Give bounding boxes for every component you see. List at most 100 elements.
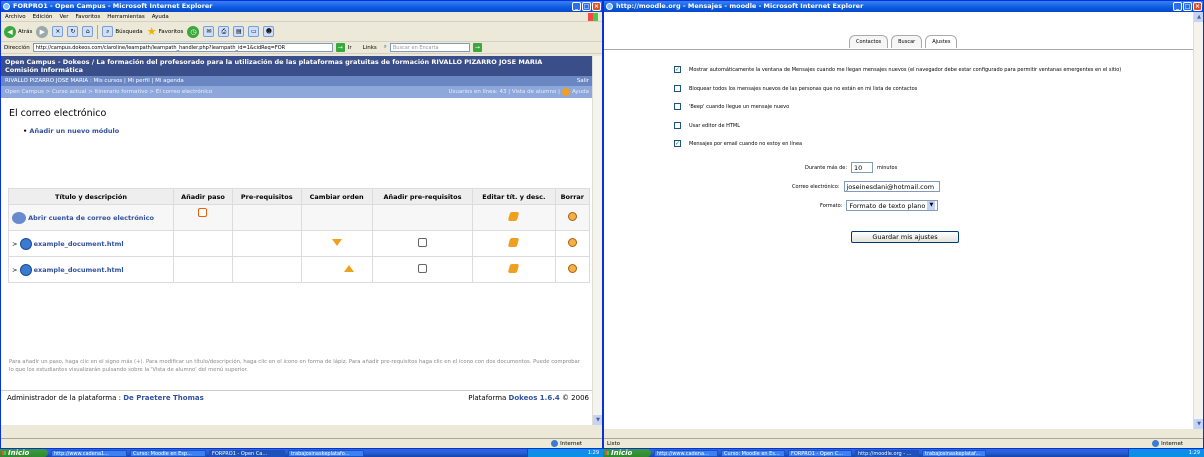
admin-link[interactable]: De Praetere Thomas [123, 394, 204, 402]
refresh-button[interactable]: ↻ [67, 26, 79, 37]
maximize-button[interactable]: □ [1183, 2, 1192, 11]
edit-cell [472, 230, 556, 257]
module-title-link[interactable]: Abrir cuenta de correo electrónico [28, 214, 154, 222]
edit-button[interactable]: ▤ [233, 26, 245, 37]
add-step-icon[interactable] [198, 208, 208, 217]
help-link[interactable]: Ayuda [572, 89, 589, 95]
system-tray-clock[interactable]: 1:29 [527, 449, 603, 457]
back-button[interactable]: ◀ Atrás [4, 25, 32, 38]
taskbar-item[interactable]: FORPRO1 - Open C... [788, 449, 852, 457]
menu-ver[interactable]: Ver [59, 12, 68, 21]
forward-button[interactable]: ▶ [36, 25, 49, 38]
stop-button[interactable]: × [52, 26, 64, 37]
maximize-button[interactable]: □ [582, 2, 591, 11]
vertical-scrollbar[interactable]: ▼ [592, 56, 602, 425]
pencil-icon[interactable] [508, 212, 520, 221]
taskbar-left: Inicio http://www.cadena1... Curso: Mood… [0, 449, 603, 457]
taskbar-item[interactable]: http://www.cadena... [654, 449, 718, 457]
taskbar-item[interactable]: http://www.cadena1... [51, 449, 127, 457]
left-title-bar[interactable]: FORPRO1 - Open Campus - Microsoft Intern… [1, 1, 602, 12]
go-button[interactable]: → [335, 43, 345, 52]
beep-checkbox[interactable] [674, 103, 681, 110]
scroll-up-arrow[interactable]: ▲ [1194, 12, 1203, 22]
column-header: Título y descripción [8, 188, 174, 205]
email-checkbox[interactable]: ✓ [674, 140, 681, 147]
menu-herramientas[interactable]: Herramientas [107, 12, 144, 21]
popup-checkbox[interactable]: ✓ [674, 66, 681, 73]
home-button[interactable]: ⌂ [82, 26, 94, 37]
scroll-down-arrow[interactable]: ▼ [593, 415, 602, 425]
favorites-button[interactable]: ★ Favoritos [147, 25, 184, 38]
document-link[interactable]: example_document.html [34, 240, 124, 248]
delete-icon[interactable] [567, 264, 577, 273]
expand-toggle[interactable]: > [12, 240, 17, 248]
delete-icon[interactable] [567, 238, 577, 247]
mail-button[interactable]: ✉ [203, 26, 215, 37]
folder-button[interactable]: ▭ [248, 26, 260, 37]
online-users[interactable]: Usuarios en línea: 43 | Vista de alumno … [448, 89, 560, 95]
links-label[interactable]: Links [363, 45, 377, 51]
add-step-cell [173, 256, 233, 283]
close-button[interactable]: × [592, 2, 601, 11]
menu-ayuda[interactable]: Ayuda [152, 12, 169, 21]
history-button[interactable]: ◷ [187, 25, 200, 38]
document-link[interactable]: example_document.html [34, 266, 124, 274]
menu-favoritos[interactable]: Favoritos [75, 12, 100, 21]
prerequisites-icon[interactable] [417, 238, 427, 247]
start-button[interactable]: Inicio [0, 449, 48, 457]
minimize-button[interactable]: _ [572, 2, 581, 11]
taskbar-item[interactable]: trabajosinaskeplataf... [922, 449, 986, 457]
add-step-cell [173, 230, 233, 257]
move-up-icon[interactable] [343, 265, 354, 272]
save-settings-button[interactable]: Guardar mis ajustes [851, 231, 959, 243]
taskbar-item[interactable]: Curso: Moodle en Esp... [130, 449, 206, 457]
menu-archivo[interactable]: Archivo [5, 12, 26, 21]
block-checkbox[interactable] [674, 85, 681, 92]
encarta-go-button[interactable]: → [472, 43, 482, 52]
system-tray-clock[interactable]: 1:29 [1128, 449, 1204, 457]
breadcrumb: Open Campus > Curso actual > Itinerario … [1, 86, 593, 98]
menu-edicion[interactable]: Edición [33, 12, 53, 21]
platform-link[interactable]: Dokeos 1.6.4 [509, 394, 560, 402]
add-step-cell [173, 204, 233, 231]
format-label: Formato: [820, 202, 843, 209]
close-button[interactable]: × [1193, 2, 1202, 11]
html-editor-checkbox[interactable] [674, 122, 681, 129]
duration-input[interactable]: 10 [851, 162, 873, 173]
expand-toggle[interactable]: > [12, 266, 17, 274]
tab-ajustes[interactable]: Ajustes [925, 35, 958, 48]
start-button[interactable]: Inicio [603, 449, 651, 457]
add-module-link[interactable]: Añadir un nuevo módulo [23, 127, 593, 135]
html-document-icon [19, 237, 32, 250]
column-header: Añadir pre-requisitos [371, 188, 474, 205]
duration-label: Durante más de: [805, 164, 847, 171]
vertical-scrollbar[interactable]: ▲ ▼ [1193, 12, 1203, 429]
encarta-search-input[interactable]: Buscar en Encarta [389, 43, 470, 52]
go-label[interactable]: Ir [348, 45, 352, 51]
scroll-down-arrow[interactable]: ▼ [1194, 419, 1203, 429]
search-button[interactable]: ⌕ Búsqueda [102, 26, 143, 37]
taskbar-item[interactable]: FORPRO1 - Open Ca... [209, 449, 285, 457]
move-down-icon[interactable] [331, 239, 342, 246]
taskbar-item[interactable]: Curso: Moodle en Es... [721, 449, 785, 457]
tab-contactos[interactable]: Contactos [849, 35, 889, 48]
prerequisites-icon[interactable] [417, 264, 427, 273]
html-document-icon [19, 263, 32, 276]
delete-icon[interactable] [567, 212, 577, 221]
taskbar-item[interactable]: http://moodle.org - ... [855, 449, 919, 457]
email-input[interactable]: joseinesdani@hotmail.com [843, 181, 940, 192]
address-input[interactable]: http://campus.dokeos.com/claroline/learn… [32, 43, 333, 52]
pencil-icon[interactable] [508, 238, 520, 247]
messenger-button[interactable]: ☻ [263, 26, 275, 37]
help-icon[interactable] [562, 87, 570, 96]
taskbar-item[interactable]: trabajosinaskeplatafo... [288, 449, 364, 457]
tab-buscar[interactable]: Buscar [891, 35, 923, 48]
minimize-button[interactable]: _ [1173, 2, 1182, 11]
print-button[interactable]: ⎙ [218, 26, 230, 37]
logout-link[interactable]: Salir [577, 76, 589, 86]
right-title-bar[interactable]: http://moodle.org - Mensajes - moodle - … [604, 1, 1203, 12]
pencil-icon[interactable] [508, 264, 520, 273]
breadcrumb-path[interactable]: Open Campus > Curso actual > Itinerario … [5, 89, 212, 95]
format-select[interactable]: Formato de texto plano ▼ [846, 200, 939, 211]
user-nav-links[interactable]: RIVALLO PIZARRO JOSE MARIA : Mis cursos … [5, 78, 184, 84]
